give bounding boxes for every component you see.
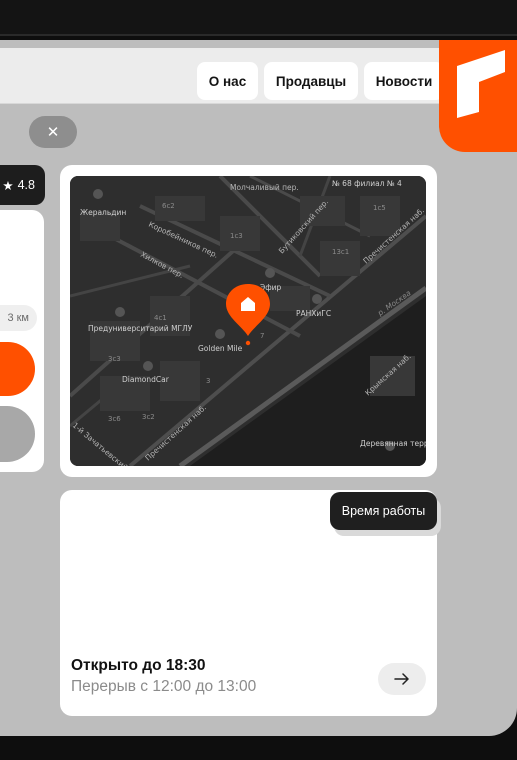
working-hours-tab-label: Время работы <box>341 504 426 518</box>
rating-value: 4.8 <box>17 178 35 192</box>
house-number: 3с2 <box>142 413 155 421</box>
poi-label: DiamondCar <box>122 375 170 384</box>
poi-label: РАНХиГС <box>296 309 331 318</box>
house-number: 1с3 <box>230 232 243 240</box>
poi-label: Предуниверситарий МГЛУ <box>88 324 193 333</box>
house-number: 4с1 <box>154 314 167 322</box>
house-number: 13с1 <box>332 248 349 256</box>
poi-label: Жеральдин <box>80 208 126 217</box>
device-frame: О нас Продавцы Новости ✕ ★ 4.8 3 км Молч… <box>0 0 517 760</box>
close-button[interactable]: ✕ <box>29 116 77 148</box>
house-number: 3с6 <box>108 415 121 423</box>
break-time-text: Перерыв с 12:00 до 13:00 <box>71 678 257 695</box>
house-number: 3 <box>206 377 210 385</box>
map-view[interactable]: Молчаливый пер. Коробейников пер. Хилков… <box>70 176 426 466</box>
poi-label: Деревянная терраса <box>360 439 426 448</box>
nav-news-button[interactable]: Новости <box>364 62 444 100</box>
working-hours-tab[interactable]: Время работы <box>330 492 437 530</box>
arrow-right-icon <box>394 673 409 685</box>
close-icon: ✕ <box>46 124 60 141</box>
house-number: 1с5 <box>373 204 386 212</box>
rating-badge: ★ 4.8 <box>0 165 45 205</box>
distance-value: 3 км <box>7 312 29 324</box>
poi-label: № 68 филиал № 4 <box>332 179 402 188</box>
street-label: Молчаливый пер. <box>230 183 299 192</box>
house-number: 6с2 <box>162 202 175 210</box>
house-number: 7 <box>260 332 264 340</box>
device-bottom-bezel <box>0 736 517 760</box>
star-icon: ★ <box>2 178 14 193</box>
house-number: 3с3 <box>108 355 121 363</box>
screen: О нас Продавцы Новости ✕ ★ 4.8 3 км Молч… <box>0 40 517 736</box>
poi-label: Golden Mile <box>198 344 243 353</box>
open-until-text: Открыто до 18:30 <box>71 657 206 674</box>
logo-mark-icon <box>457 50 505 118</box>
nav-about-button[interactable]: О нас <box>197 62 258 100</box>
nav-sellers-button[interactable]: Продавцы <box>264 62 358 100</box>
device-top-bezel <box>0 0 517 36</box>
map-canvas: Молчаливый пер. Коробейников пер. Хилков… <box>70 176 426 466</box>
brand-logo[interactable] <box>439 40 517 152</box>
hours-details-button[interactable] <box>378 663 426 695</box>
distance-badge: 3 км <box>0 305 37 331</box>
